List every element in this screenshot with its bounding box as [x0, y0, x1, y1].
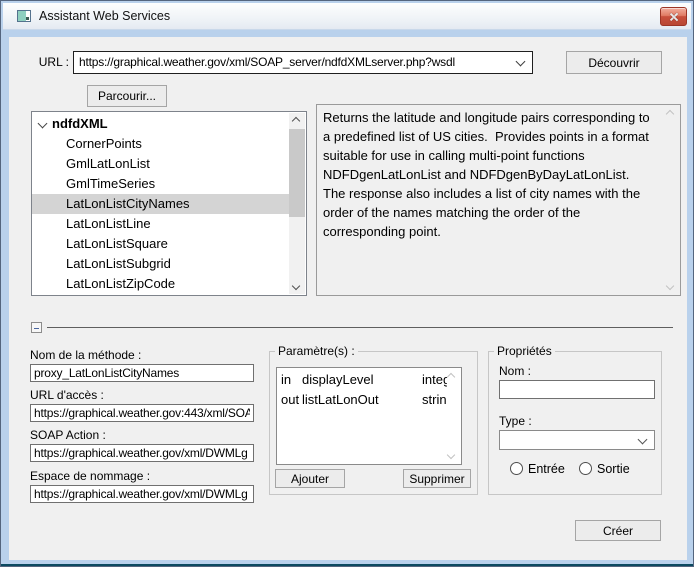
scroll-up-icon [667, 111, 673, 117]
remove-button[interactable]: Supprimer [403, 469, 471, 488]
radio-sortie-label: Sortie [597, 462, 630, 476]
separator-line [47, 327, 673, 328]
method-name-label: Nom de la méthode : [30, 348, 141, 362]
namespace-input[interactable] [30, 485, 254, 503]
minus-icon [34, 328, 39, 330]
tree-item[interactable]: GmlLatLonList [32, 154, 289, 174]
tree-item[interactable]: CornerPoints [32, 134, 289, 154]
property-type-label: Type : [499, 414, 532, 428]
tree-item[interactable]: LatLonListLine [32, 214, 289, 234]
tree-root-ndfdxml[interactable]: ndfdXML [32, 114, 289, 134]
parameters-group-label: Paramètre(s) : [275, 344, 358, 358]
tree-item-selected[interactable]: LatLonListCityNames [32, 194, 289, 214]
tree-item[interactable]: LatLonListSquare [32, 234, 289, 254]
app-icon [17, 10, 31, 22]
parameter-row[interactable]: in displayLevel integer [277, 370, 447, 390]
parameters-scrollbar[interactable] [444, 369, 460, 463]
dialog-content: URL : https://graphical.weather.gov/xml/… [9, 37, 687, 560]
properties-group: Propriétés Nom : Type : Entrée Sortie [488, 351, 662, 495]
properties-group-label: Propriétés [494, 344, 555, 358]
titlebar[interactable]: Assistant Web Services [3, 3, 691, 30]
param-name: listLatLonOut [302, 390, 422, 410]
property-type-combobox[interactable] [499, 430, 655, 450]
parameter-row[interactable]: out listLatLonOut string [277, 390, 447, 410]
radio-entree[interactable] [510, 462, 523, 475]
scroll-down-icon [448, 452, 454, 458]
parameters-group: Paramètre(s) : in displayLevel integer o… [269, 351, 478, 495]
scroll-down-icon [667, 283, 673, 289]
soap-action-input[interactable] [30, 444, 254, 462]
property-name-label: Nom : [499, 364, 531, 378]
tree-item[interactable]: GmlTimeSeries [32, 174, 289, 194]
close-icon [669, 12, 679, 22]
window-bottom-edge [1, 564, 693, 566]
scroll-up-icon[interactable] [293, 118, 299, 124]
method-name-input[interactable] [30, 364, 254, 382]
access-url-input[interactable] [30, 404, 254, 422]
close-button[interactable] [660, 7, 687, 26]
tree-root-label: ndfdXML [52, 116, 108, 131]
url-combobox-value: https://graphical.weather.gov/xml/SOAP_s… [79, 52, 508, 73]
chevron-down-icon[interactable] [516, 57, 526, 67]
radio-entree-label: Entrée [528, 462, 565, 476]
window-title: Assistant Web Services [39, 9, 170, 23]
description-scrollbar[interactable] [663, 106, 679, 294]
expand-chevron-icon[interactable] [38, 119, 48, 129]
tree-item[interactable]: NDFDgen [32, 294, 289, 296]
create-button[interactable]: Créer [575, 520, 661, 541]
dialog-window: Assistant Web Services URL : https://gra… [0, 0, 694, 567]
tree-scrollbar[interactable] [289, 113, 305, 294]
tree-item[interactable]: LatLonListSubgrid [32, 254, 289, 274]
param-direction: out [281, 390, 302, 410]
add-button[interactable]: Ajouter [275, 469, 345, 488]
description-box[interactable]: Returns the latitude and longitude pairs… [316, 104, 681, 296]
namespace-label: Espace de nommage : [30, 469, 150, 483]
description-text: Returns the latitude and longitude pairs… [323, 108, 658, 241]
soap-action-label: SOAP Action : [30, 428, 106, 442]
parameters-list[interactable]: in displayLevel integer out listLatLonOu… [276, 367, 462, 465]
scroll-up-icon [448, 374, 454, 380]
radio-sortie[interactable] [579, 462, 592, 475]
param-direction: in [281, 370, 302, 390]
tree-item[interactable]: LatLonListZipCode [32, 274, 289, 294]
access-url-label: URL d'accès : [30, 388, 104, 402]
url-combobox[interactable]: https://graphical.weather.gov/xml/SOAP_s… [73, 51, 533, 74]
collapse-toggle[interactable] [31, 322, 42, 333]
discover-button[interactable]: Découvrir [566, 51, 662, 74]
browse-button[interactable]: Parcourir... [87, 85, 167, 107]
chevron-down-icon[interactable] [638, 435, 648, 445]
tree-items: ndfdXML CornerPoints GmlLatLonList GmlTi… [32, 114, 289, 296]
scrollbar-thumb[interactable] [289, 129, 305, 217]
service-tree[interactable]: ndfdXML CornerPoints GmlLatLonList GmlTi… [31, 111, 307, 296]
property-name-input[interactable] [499, 380, 655, 399]
param-name: displayLevel [302, 370, 422, 390]
scroll-down-icon[interactable] [293, 283, 299, 289]
url-label: URL : [33, 55, 69, 69]
